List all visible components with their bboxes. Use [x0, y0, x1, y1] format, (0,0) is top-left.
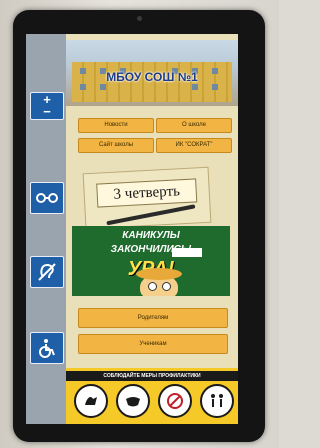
camera-icon [137, 16, 142, 21]
mask-icon [116, 384, 150, 418]
pen-image [106, 204, 196, 226]
quarter-card[interactable]: 3 четверть [82, 166, 212, 230]
school-title: МБОУ СОШ №1 [106, 70, 198, 84]
vacation-poster[interactable]: КАНИКУЛЫ ЗАКОНЧИЛИСЬ! УРА! [72, 226, 230, 296]
main-content: МБОУ СОШ №1 Новости О школе Сайт школы И… [66, 34, 238, 424]
hand-wash-icon [74, 384, 108, 418]
accessibility-rail: + − [26, 34, 66, 424]
hearing-impaired-button[interactable] [30, 256, 64, 288]
ik-sokrat-button[interactable]: ИК "СОКРАТ" [156, 138, 232, 153]
distance-icon [200, 384, 234, 418]
glasses-icon [36, 193, 58, 203]
parents-button[interactable]: Родителям [78, 308, 228, 328]
kiosk-screen: + − МБОУ СОШ №1 Новости О школе Сайт шко… [26, 34, 238, 424]
prevention-banner: СОБЛЮДАЙТЕ МЕРЫ ПРОФИЛАКТИКИ [66, 368, 238, 424]
zoom-button[interactable]: + − [30, 92, 64, 120]
wheelchair-button[interactable] [30, 332, 64, 364]
about-school-button[interactable]: О школе [156, 118, 232, 133]
zoom-out-icon[interactable]: − [43, 105, 51, 118]
poster-line-2: ЗАКОНЧИЛИСЬ! [110, 244, 192, 255]
prevention-title: СОБЛЮДАЙТЕ МЕРЫ ПРОФИЛАКТИКИ [66, 371, 238, 381]
hearing-impaired-icon [38, 263, 56, 281]
quarter-label: 3 четверть [96, 178, 198, 208]
cartoon-boy-image [136, 268, 182, 296]
school-banner: МБОУ СОШ №1 [66, 40, 238, 106]
no-handshake-icon [158, 384, 192, 418]
low-vision-button[interactable] [30, 182, 64, 214]
wheelchair-icon [39, 339, 55, 358]
school-site-button[interactable]: Сайт школы [78, 138, 154, 153]
brand-logo [100, 426, 152, 432]
poster-line-1: КАНИКУЛЫ [122, 230, 180, 241]
students-button[interactable]: Ученикам [78, 334, 228, 354]
poster-sticker [172, 248, 202, 257]
news-button[interactable]: Новости [78, 118, 154, 133]
